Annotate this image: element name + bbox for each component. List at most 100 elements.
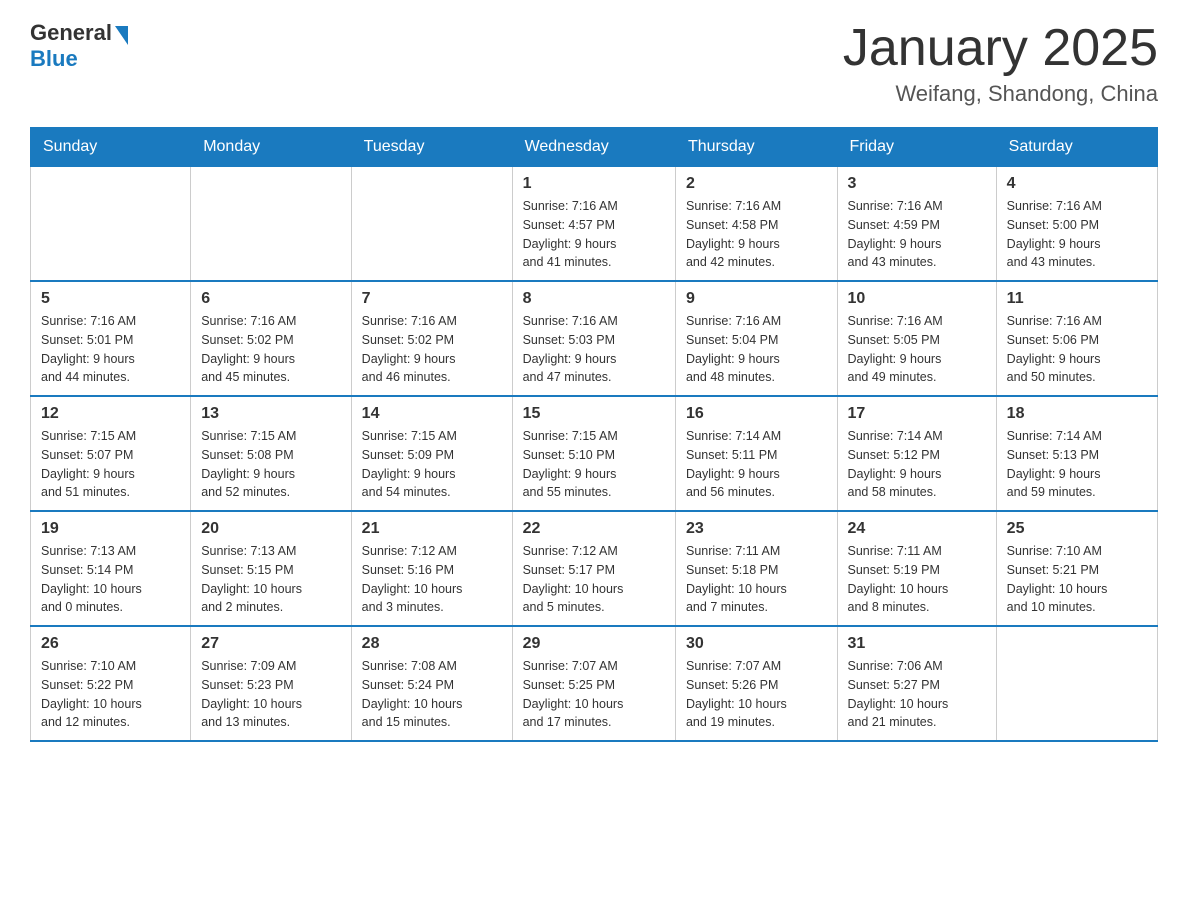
day-number: 4 [1007, 175, 1147, 193]
day-number: 12 [41, 405, 180, 423]
calendar-cell-w4d4: 22 Sunrise: 7:12 AM Sunset: 5:17 PM Dayli… [512, 511, 675, 626]
day-number: 2 [686, 175, 827, 193]
calendar-cell-w4d5: 23 Sunrise: 7:11 AM Sunset: 5:18 PM Dayli… [675, 511, 837, 626]
calendar-cell-w2d4: 8 Sunrise: 7:16 AM Sunset: 5:03 PM Daylig… [512, 281, 675, 396]
day-number: 19 [41, 520, 180, 538]
calendar-cell-w3d7: 18Sunrise: 7:14 AM Sunset: 5:13 PM Dayli… [996, 396, 1157, 511]
calendar-subtitle: Weifang, Shandong, China [843, 81, 1158, 107]
day-number: 31 [848, 635, 986, 653]
day-number: 27 [201, 635, 340, 653]
day-info: Sunrise: 7:10 AM Sunset: 5:22 PM Dayligh… [41, 657, 180, 732]
day-info: Sunrise: 7:11 AM Sunset: 5:18 PM Dayligh… [686, 542, 827, 617]
day-number: 22 [523, 520, 665, 538]
day-number: 20 [201, 520, 340, 538]
header-wednesday: Wednesday [512, 128, 675, 167]
day-number: 14 [362, 405, 502, 423]
day-info: Sunrise: 7:16 AM Sunset: 5:01 PM Dayligh… [41, 312, 180, 387]
day-info: Sunrise: 7:14 AM Sunset: 5:13 PM Dayligh… [1007, 427, 1147, 502]
week-row-1: 1Sunrise: 7:16 AM Sunset: 4:57 PM Daylig… [31, 167, 1158, 282]
header-thursday: Thursday [675, 128, 837, 167]
day-number: 16 [686, 405, 827, 423]
day-info: Sunrise: 7:16 AM Sunset: 5:04 PM Dayligh… [686, 312, 827, 387]
calendar-cell-w3d4: 15 Sunrise: 7:15 AM Sunset: 5:10 PM Dayli… [512, 396, 675, 511]
calendar-cell-w1d7: 4 Sunrise: 7:16 AM Sunset: 5:00 PM Daylig… [996, 167, 1157, 282]
calendar-cell-w5d3: 28Sunrise: 7:08 AM Sunset: 5:24 PM Dayli… [351, 626, 512, 741]
day-number: 13 [201, 405, 340, 423]
header-row: SundayMondayTuesdayWednesdayThursdayFrid… [31, 128, 1158, 167]
day-number: 5 [41, 290, 180, 308]
title-block: January 2025 Weifang, Shandong, China [843, 20, 1158, 107]
day-number: 30 [686, 635, 827, 653]
calendar-cell-w5d5: 30 Sunrise: 7:07 AM Sunset: 5:26 PM Dayli… [675, 626, 837, 741]
calendar-title: January 2025 [843, 20, 1158, 77]
day-info: Sunrise: 7:16 AM Sunset: 5:05 PM Dayligh… [848, 312, 986, 387]
week-row-4: 19 Sunrise: 7:13 AM Sunset: 5:14 PM Dayli… [31, 511, 1158, 626]
day-info: Sunrise: 7:13 AM Sunset: 5:14 PM Dayligh… [41, 542, 180, 617]
day-number: 3 [848, 175, 986, 193]
day-number: 6 [201, 290, 340, 308]
day-number: 15 [523, 405, 665, 423]
day-number: 8 [523, 290, 665, 308]
day-info: Sunrise: 7:15 AM Sunset: 5:10 PM Dayligh… [523, 427, 665, 502]
calendar-cell-w4d7: 25Sunrise: 7:10 AM Sunset: 5:21 PM Dayli… [996, 511, 1157, 626]
calendar-cell-w5d2: 27 Sunrise: 7:09 AM Sunset: 5:23 PM Dayli… [191, 626, 351, 741]
day-number: 28 [362, 635, 502, 653]
day-info: Sunrise: 7:15 AM Sunset: 5:07 PM Dayligh… [41, 427, 180, 502]
calendar-cell-w2d5: 9 Sunrise: 7:16 AM Sunset: 5:04 PM Daylig… [675, 281, 837, 396]
day-number: 21 [362, 520, 502, 538]
calendar-cell-w5d7 [996, 626, 1157, 741]
calendar-cell-w5d4: 29 Sunrise: 7:07 AM Sunset: 5:25 PM Dayli… [512, 626, 675, 741]
header-tuesday: Tuesday [351, 128, 512, 167]
header-friday: Friday [837, 128, 996, 167]
day-info: Sunrise: 7:11 AM Sunset: 5:19 PM Dayligh… [848, 542, 986, 617]
day-number: 7 [362, 290, 502, 308]
calendar-cell-w4d3: 21Sunrise: 7:12 AM Sunset: 5:16 PM Dayli… [351, 511, 512, 626]
week-row-5: 26Sunrise: 7:10 AM Sunset: 5:22 PM Dayli… [31, 626, 1158, 741]
day-info: Sunrise: 7:09 AM Sunset: 5:23 PM Dayligh… [201, 657, 340, 732]
day-number: 29 [523, 635, 665, 653]
day-number: 25 [1007, 520, 1147, 538]
day-info: Sunrise: 7:16 AM Sunset: 5:06 PM Dayligh… [1007, 312, 1147, 387]
calendar-cell-w1d1 [31, 167, 191, 282]
day-number: 23 [686, 520, 827, 538]
day-info: Sunrise: 7:16 AM Sunset: 5:03 PM Dayligh… [523, 312, 665, 387]
day-info: Sunrise: 7:16 AM Sunset: 4:59 PM Dayligh… [848, 197, 986, 272]
day-number: 24 [848, 520, 986, 538]
day-info: Sunrise: 7:16 AM Sunset: 4:58 PM Dayligh… [686, 197, 827, 272]
calendar-header: SundayMondayTuesdayWednesdayThursdayFrid… [31, 128, 1158, 167]
calendar-cell-w2d6: 10 Sunrise: 7:16 AM Sunset: 5:05 PM Dayli… [837, 281, 996, 396]
day-info: Sunrise: 7:12 AM Sunset: 5:17 PM Dayligh… [523, 542, 665, 617]
day-info: Sunrise: 7:16 AM Sunset: 5:02 PM Dayligh… [201, 312, 340, 387]
day-number: 1 [523, 175, 665, 193]
calendar-cell-w2d3: 7Sunrise: 7:16 AM Sunset: 5:02 PM Daylig… [351, 281, 512, 396]
day-info: Sunrise: 7:14 AM Sunset: 5:11 PM Dayligh… [686, 427, 827, 502]
calendar-cell-w3d6: 17 Sunrise: 7:14 AM Sunset: 5:12 PM Dayli… [837, 396, 996, 511]
day-info: Sunrise: 7:07 AM Sunset: 5:25 PM Dayligh… [523, 657, 665, 732]
calendar-cell-w2d2: 6 Sunrise: 7:16 AM Sunset: 5:02 PM Daylig… [191, 281, 351, 396]
day-info: Sunrise: 7:07 AM Sunset: 5:26 PM Dayligh… [686, 657, 827, 732]
calendar-cell-w4d1: 19 Sunrise: 7:13 AM Sunset: 5:14 PM Dayli… [31, 511, 191, 626]
calendar-cell-w1d4: 1Sunrise: 7:16 AM Sunset: 4:57 PM Daylig… [512, 167, 675, 282]
calendar-cell-w3d3: 14 Sunrise: 7:15 AM Sunset: 5:09 PM Dayli… [351, 396, 512, 511]
calendar-cell-w1d5: 2 Sunrise: 7:16 AM Sunset: 4:58 PM Daylig… [675, 167, 837, 282]
logo: General Blue [30, 20, 128, 73]
week-row-2: 5 Sunrise: 7:16 AM Sunset: 5:01 PM Daylig… [31, 281, 1158, 396]
day-info: Sunrise: 7:13 AM Sunset: 5:15 PM Dayligh… [201, 542, 340, 617]
calendar-cell-w1d6: 3 Sunrise: 7:16 AM Sunset: 4:59 PM Daylig… [837, 167, 996, 282]
calendar-cell-w1d3 [351, 167, 512, 282]
logo-general: General [30, 20, 112, 46]
header-monday: Monday [191, 128, 351, 167]
day-info: Sunrise: 7:16 AM Sunset: 5:00 PM Dayligh… [1007, 197, 1147, 272]
day-number: 17 [848, 405, 986, 423]
day-number: 10 [848, 290, 986, 308]
calendar-cell-w5d1: 26Sunrise: 7:10 AM Sunset: 5:22 PM Dayli… [31, 626, 191, 741]
day-info: Sunrise: 7:15 AM Sunset: 5:09 PM Dayligh… [362, 427, 502, 502]
calendar-table: SundayMondayTuesdayWednesdayThursdayFrid… [30, 127, 1158, 742]
calendar-body: 1Sunrise: 7:16 AM Sunset: 4:57 PM Daylig… [31, 167, 1158, 742]
day-info: Sunrise: 7:14 AM Sunset: 5:12 PM Dayligh… [848, 427, 986, 502]
calendar-cell-w1d2 [191, 167, 351, 282]
week-row-3: 12 Sunrise: 7:15 AM Sunset: 5:07 PM Dayli… [31, 396, 1158, 511]
day-info: Sunrise: 7:06 AM Sunset: 5:27 PM Dayligh… [848, 657, 986, 732]
day-number: 9 [686, 290, 827, 308]
calendar-cell-w4d2: 20 Sunrise: 7:13 AM Sunset: 5:15 PM Dayli… [191, 511, 351, 626]
